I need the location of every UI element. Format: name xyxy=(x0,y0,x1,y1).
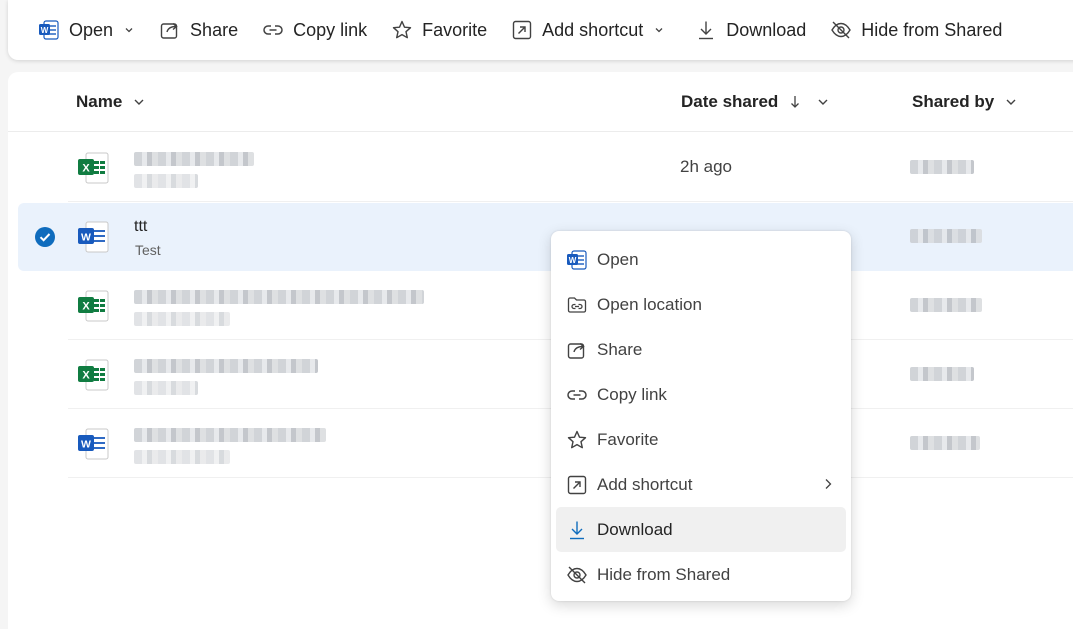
open-label: Open xyxy=(69,19,114,40)
menu-item-open-location[interactable]: Open location xyxy=(556,282,846,327)
add-shortcut-icon xyxy=(566,474,588,496)
chevron-down-icon xyxy=(123,24,135,36)
star-icon xyxy=(391,19,413,41)
copy-link-button[interactable]: Copy link xyxy=(250,12,379,48)
menu-item-copy-link[interactable]: Copy link xyxy=(556,372,846,417)
menu-item-label: Download xyxy=(597,519,673,539)
menu-item-label: Share xyxy=(597,339,643,359)
redacted-file-name xyxy=(134,359,318,373)
word-icon: W xyxy=(38,19,60,41)
hide-from-shared-button[interactable]: Hide from Shared xyxy=(818,12,1014,48)
open-button[interactable]: W Open xyxy=(26,12,147,48)
svg-text:X: X xyxy=(82,301,90,313)
file-name[interactable]: ttt xyxy=(134,218,147,236)
menu-item-hide-from-shared[interactable]: Hide from Shared xyxy=(556,552,846,597)
redacted-shared-by xyxy=(910,160,974,174)
add-shortcut-icon xyxy=(511,19,533,41)
table-row[interactable]: X 2h ago xyxy=(68,134,1073,202)
word-icon: W xyxy=(566,249,588,271)
redacted-file-name xyxy=(134,428,326,442)
chevron-down-icon xyxy=(653,24,665,36)
excel-file-icon: X xyxy=(78,290,109,322)
redacted-shared-by xyxy=(910,298,982,312)
context-menu: W Open Open location Share Copy link Fav… xyxy=(551,231,851,601)
chevron-down-icon xyxy=(818,99,828,105)
add-shortcut-label: Add shortcut xyxy=(542,19,644,40)
menu-item-label: Open xyxy=(597,249,639,269)
file-list: Name Date shared Shared by X 2h ago W tt… xyxy=(8,72,1073,629)
redacted-file-name xyxy=(134,290,424,304)
menu-item-label: Open location xyxy=(597,294,702,314)
redacted-shared-by xyxy=(910,436,980,450)
add-shortcut-button[interactable]: Add shortcut xyxy=(499,12,677,48)
word-file-icon: W xyxy=(78,221,109,253)
menu-item-label: Hide from Shared xyxy=(597,564,731,584)
menu-item-share[interactable]: Share xyxy=(556,327,846,372)
command-bar: W Open Share Copy link Favorite Add shor… xyxy=(8,0,1073,60)
word-file-icon: W xyxy=(78,428,109,460)
menu-item-favorite[interactable]: Favorite xyxy=(556,417,846,462)
star-icon xyxy=(566,429,588,451)
share-icon xyxy=(159,19,181,41)
table-row-selected[interactable]: W ttt Test xyxy=(18,203,1073,271)
redacted-file-location xyxy=(134,450,230,464)
share-label: Share xyxy=(190,19,239,40)
hide-from-shared-label: Hide from Shared xyxy=(861,19,1003,40)
redacted-file-location xyxy=(134,174,198,188)
file-subtitle: Test xyxy=(135,242,161,258)
download-label: Download xyxy=(726,19,807,40)
checkmark-circle-icon[interactable] xyxy=(34,226,56,248)
download-icon xyxy=(695,19,717,41)
folder-link-icon xyxy=(566,294,588,316)
eye-off-icon xyxy=(566,564,588,586)
redacted-file-location xyxy=(134,381,198,395)
redacted-file-location xyxy=(134,312,230,326)
eye-off-icon xyxy=(830,19,852,41)
column-header-shared-by[interactable]: Shared by xyxy=(912,92,1018,112)
link-icon xyxy=(566,384,588,406)
svg-text:W: W xyxy=(81,232,91,244)
svg-text:W: W xyxy=(569,255,577,264)
name-header-label: Name xyxy=(76,92,123,111)
chevron-down-icon xyxy=(1006,99,1016,105)
download-icon xyxy=(566,519,588,541)
excel-file-icon: X xyxy=(78,359,109,391)
date-shared-header-label: Date shared xyxy=(681,92,779,111)
column-header-name[interactable]: Name xyxy=(76,92,146,112)
date-shared-cell: 2h ago xyxy=(680,157,732,176)
svg-text:W: W xyxy=(81,439,91,451)
column-header-row: Name Date shared Shared by xyxy=(8,72,1073,132)
shared-by-header-label: Shared by xyxy=(912,92,995,111)
chevron-down-icon xyxy=(134,99,144,105)
redacted-file-name xyxy=(134,152,254,166)
share-button[interactable]: Share xyxy=(147,12,250,48)
menu-item-label: Favorite xyxy=(597,429,659,449)
menu-item-add-shortcut[interactable]: Add shortcut xyxy=(556,462,846,507)
menu-item-download[interactable]: Download xyxy=(556,507,846,552)
menu-item-label: Copy link xyxy=(597,384,667,404)
copy-link-label: Copy link xyxy=(293,19,368,40)
svg-text:W: W xyxy=(41,26,49,35)
sort-descending-icon xyxy=(791,96,800,108)
link-icon xyxy=(262,19,284,41)
svg-text:X: X xyxy=(82,370,90,382)
column-header-date-shared[interactable]: Date shared xyxy=(681,92,830,112)
excel-file-icon: X xyxy=(78,152,109,184)
menu-item-label: Add shortcut xyxy=(597,474,693,494)
share-icon xyxy=(566,339,588,361)
favorite-label: Favorite xyxy=(422,19,488,40)
menu-item-open[interactable]: W Open xyxy=(556,237,846,282)
download-button[interactable]: Download xyxy=(683,12,818,48)
chevron-right-icon xyxy=(822,476,834,496)
favorite-button[interactable]: Favorite xyxy=(379,12,499,48)
svg-text:X: X xyxy=(82,163,90,175)
redacted-shared-by xyxy=(910,229,982,243)
redacted-shared-by xyxy=(910,367,974,381)
